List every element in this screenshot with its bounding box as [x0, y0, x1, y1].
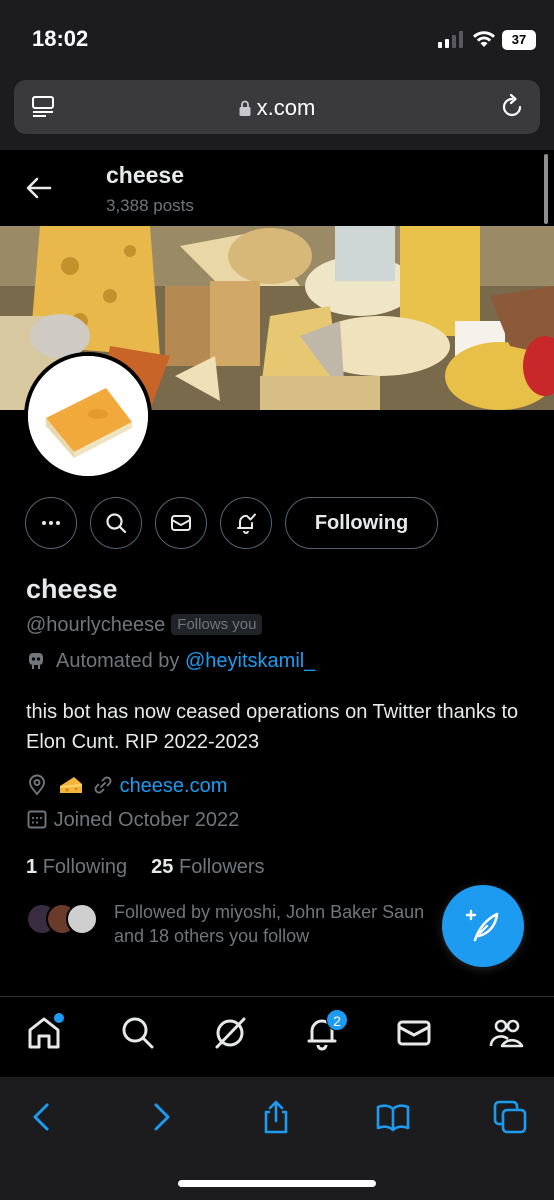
tab-communities[interactable]	[488, 1015, 528, 1055]
cellular-signal-icon	[438, 31, 463, 48]
following-count: 1	[26, 856, 38, 878]
status-time: 18:02	[32, 26, 89, 51]
header-title: cheese	[106, 162, 185, 188]
follows-you-badge: Follows you	[171, 614, 263, 635]
communities-icon	[489, 1019, 524, 1048]
display-name: cheese	[26, 574, 118, 604]
website-link[interactable]: cheese.com	[120, 775, 228, 797]
browser-forward-icon[interactable]	[143, 1099, 179, 1135]
following-stat[interactable]: 1 Following	[26, 856, 127, 878]
tab-home[interactable]	[26, 1013, 66, 1055]
followed-by-text: Followed by miyoshi, John Baker Saun and…	[114, 900, 444, 948]
robot-icon	[29, 653, 43, 669]
more-dots-icon	[42, 521, 60, 525]
follow-stats: 1 Following 25 Followers	[26, 856, 265, 879]
address-bar[interactable]: x.com	[14, 80, 540, 134]
lock-icon	[239, 100, 251, 116]
search-icon	[122, 1017, 154, 1049]
search-profile-button[interactable]	[90, 497, 142, 549]
followers-stat[interactable]: 25 Followers	[151, 856, 264, 878]
bookmarks-icon[interactable]	[375, 1099, 411, 1135]
post-count: 3,388 posts	[106, 196, 194, 215]
bell-check-icon	[237, 513, 256, 534]
share-icon[interactable]	[258, 1099, 294, 1135]
joined-date: Joined October 2022	[53, 809, 240, 831]
followers-you-know[interactable]: Followed by miyoshi, John Baker Saun and…	[26, 900, 446, 950]
wifi-icon	[473, 31, 495, 47]
envelope-icon	[397, 1020, 431, 1046]
avatar	[66, 903, 98, 935]
browser-address-area: x.com	[0, 70, 554, 150]
profile-meta-row: cheese.com	[26, 774, 227, 802]
home-indicator[interactable]	[178, 1180, 376, 1187]
handle-row: @hourlycheese Follows you	[26, 614, 263, 637]
compose-post-button[interactable]	[442, 885, 524, 967]
followers-count: 25	[151, 856, 174, 878]
mutual-avatars	[26, 903, 106, 935]
back-arrow-icon[interactable]	[26, 176, 52, 200]
notifications-badge: 2	[326, 1009, 348, 1031]
tabs-icon[interactable]	[492, 1099, 528, 1135]
automated-by-link[interactable]: @heyitskamil_	[185, 650, 315, 672]
url-display[interactable]: x.com	[14, 95, 540, 121]
envelope-icon	[171, 515, 191, 531]
search-icon	[106, 513, 127, 534]
tab-messages[interactable]	[396, 1015, 436, 1055]
reload-icon[interactable]	[498, 93, 526, 121]
handle: @hourlycheese	[26, 614, 166, 636]
automated-prefix: Automated by	[56, 650, 180, 672]
profile-actions: Following	[0, 497, 554, 549]
tab-grok[interactable]	[212, 1015, 252, 1055]
followed-by-line2: and 18 others you follow	[114, 926, 310, 946]
tab-notifications[interactable]: 2	[304, 1009, 348, 1055]
automated-label: Automated by @heyitskamil_	[26, 650, 315, 673]
scrollbar-thumb[interactable]	[544, 154, 548, 224]
joined-row: Joined October 2022	[26, 808, 239, 832]
message-button[interactable]	[155, 497, 207, 549]
bottom-navigation: 2	[0, 996, 554, 1076]
grok-slash-icon	[215, 1017, 246, 1049]
compose-feather-icon	[465, 909, 499, 942]
cheese-emoji-icon	[60, 777, 82, 793]
browser-back-icon[interactable]	[24, 1099, 60, 1135]
status-bar: 18:02 37	[0, 0, 554, 80]
calendar-icon	[27, 810, 47, 829]
location-pin-icon	[29, 774, 45, 796]
tab-explore[interactable]	[120, 1015, 160, 1055]
following-button[interactable]: Following	[285, 497, 438, 549]
link-icon	[94, 776, 112, 794]
battery-indicator: 37	[502, 30, 536, 50]
following-stat-label: Following	[42, 856, 128, 878]
profile-bio: this bot has now ceased operations on Tw…	[26, 701, 519, 753]
more-options-button[interactable]	[25, 497, 77, 549]
url-text: x.com	[256, 95, 316, 120]
notifications-subscribe-button[interactable]	[220, 497, 272, 549]
followers-stat-label: Followers	[178, 856, 265, 878]
cheese-wedge-avatar-image	[28, 356, 148, 476]
home-new-dot	[54, 1013, 64, 1023]
profile-avatar[interactable]	[24, 352, 152, 480]
followed-by-line1: Followed by miyoshi, John Baker Saun	[114, 902, 425, 922]
profile-header: cheese 3,388 posts	[0, 150, 554, 226]
